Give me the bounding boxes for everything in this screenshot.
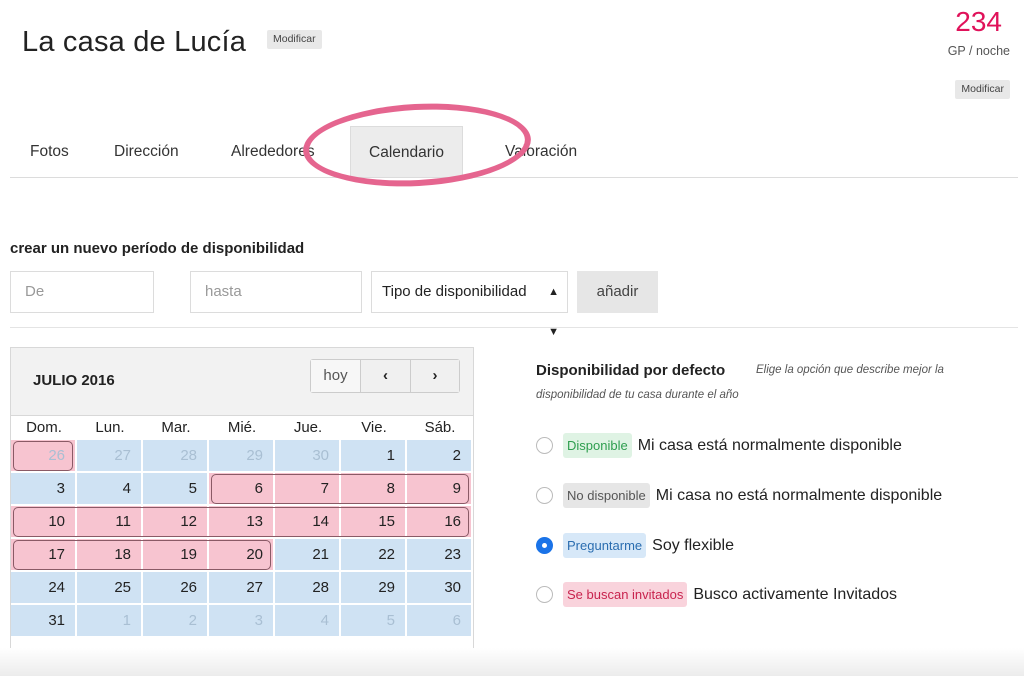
calendar-nav: hoy ‹ › (310, 359, 460, 393)
calendar-month: JULIO 2016 (33, 372, 115, 389)
calendar-day[interactable]: 3 (209, 605, 274, 637)
calendar-day[interactable]: 29 (209, 440, 274, 472)
calendar-day[interactable]: 5 (143, 473, 208, 505)
availability-option-text: Busco activamente Invitados (693, 585, 898, 603)
availability-option[interactable]: Disponible Mi casa está normalmente dispo… (536, 433, 902, 458)
availability-hint-continued: disponibilidad de tu casa durante el año (536, 389, 739, 401)
modify-price-button[interactable]: Modificar (955, 80, 1010, 99)
calendar-day-booked[interactable]: 11 (77, 506, 142, 538)
calendar-day[interactable]: 1 (341, 440, 406, 472)
page-title: La casa de Lucía (22, 26, 247, 58)
tab-alrededores[interactable]: Alrededores (231, 126, 315, 177)
availability-badge: Se buscan invitados (563, 582, 688, 607)
today-button[interactable]: hoy (311, 360, 361, 392)
calendar-day-booked[interactable]: 19 (143, 539, 208, 571)
radio-checked-icon[interactable] (536, 537, 553, 554)
calendar-day-booked[interactable]: 8 (341, 473, 406, 505)
calendar-day-booked[interactable]: 20 (209, 539, 274, 571)
calendar: JULIO 2016 hoy ‹ › Dom. Lun. Mar. Mié. Jue. V… (10, 347, 474, 654)
calendar-day[interactable]: 30 (275, 440, 340, 472)
tab-direccion[interactable]: Dirección (114, 126, 179, 177)
calendar-day[interactable]: 26 (143, 572, 208, 604)
calendar-day-booked[interactable]: 15 (341, 506, 406, 538)
calendar-day[interactable]: 5 (341, 605, 406, 637)
availability-badge: Disponible (563, 433, 632, 458)
calendar-day[interactable]: 22 (341, 539, 406, 571)
calendar-day[interactable]: 29 (341, 572, 406, 604)
calendar-day-booked[interactable]: 26 (11, 440, 76, 472)
date-from-input[interactable]: De (10, 271, 154, 313)
calendar-day[interactable]: 30 (407, 572, 472, 604)
radio-unchecked-icon[interactable] (536, 487, 553, 504)
availability-badge: Preguntarme (563, 533, 647, 558)
modify-title-button[interactable]: Modificar (267, 30, 322, 49)
weekday-header: Mar. (143, 416, 209, 440)
calendar-day[interactable]: 1 (77, 605, 142, 637)
calendar-day[interactable]: 28 (143, 440, 208, 472)
calendar-day[interactable]: 27 (77, 440, 142, 472)
availability-type-select[interactable]: Tipo de disponibilidad ▲ ▼ (371, 271, 568, 338)
weekday-header: Vie. (341, 416, 407, 440)
weekday-header: Jue. (275, 416, 341, 440)
divider (10, 327, 1018, 328)
availability-hint: Elige la opción que describe mejor la (756, 364, 944, 376)
calendar-day-booked[interactable]: 9 (407, 473, 472, 505)
calendar-day[interactable]: 25 (77, 572, 142, 604)
calendar-day[interactable]: 2 (407, 440, 472, 472)
bottom-shade (0, 648, 1024, 676)
availability-option[interactable]: Preguntarme Soy flexible (536, 533, 734, 558)
tab-fotos[interactable]: Fotos (30, 126, 69, 177)
availability-option-text: Mi casa no está normalmente disponible (655, 486, 943, 504)
calendar-day-booked[interactable]: 12 (143, 506, 208, 538)
calendar-day-booked[interactable]: 13 (209, 506, 274, 538)
weekday-header: Lun. (77, 416, 143, 440)
weekday-header: Dom. (11, 416, 77, 440)
calendar-day[interactable]: 3 (11, 473, 76, 505)
calendar-day-booked[interactable]: 16 (407, 506, 472, 538)
weekday-header: Mié. (209, 416, 275, 440)
price-unit: GP / noche (947, 44, 1010, 58)
calendar-day[interactable]: 2 (143, 605, 208, 637)
availability-option[interactable]: No disponible Mi casa no está normalmente… (536, 483, 942, 508)
calendar-day[interactable]: 24 (11, 572, 76, 604)
availability-option-text: Soy flexible (652, 536, 734, 554)
radio-unchecked-icon[interactable] (536, 586, 553, 603)
period-heading: crear un nuevo período de disponibilidad (10, 240, 305, 257)
calendar-header: JULIO 2016 hoy ‹ › (11, 348, 473, 416)
calendar-day-booked[interactable]: 10 (11, 506, 76, 538)
calendar-day[interactable]: 28 (275, 572, 340, 604)
calendar-day[interactable]: 21 (275, 539, 340, 571)
add-period-button[interactable]: añadir (577, 271, 658, 313)
next-month-icon[interactable]: › (411, 360, 459, 392)
radio-unchecked-icon[interactable] (536, 437, 553, 454)
calendar-day-booked[interactable]: 18 (77, 539, 142, 571)
calendar-day[interactable]: 6 (407, 605, 472, 637)
availability-heading: Disponibilidad por defecto (536, 362, 726, 379)
calendar-day-booked[interactable]: 14 (275, 506, 340, 538)
tab-bar: Fotos Dirección Alrededores Calendario V… (10, 126, 1018, 178)
availability-badge: No disponible (563, 483, 650, 508)
calendar-day[interactable]: 4 (77, 473, 142, 505)
calendar-day-booked[interactable]: 6 (209, 473, 274, 505)
tab-calendario[interactable]: Calendario (350, 126, 463, 177)
weekday-header: Sáb. (407, 416, 473, 440)
calendar-day[interactable]: 27 (209, 572, 274, 604)
calendar-day[interactable]: 23 (407, 539, 472, 571)
price-value: 234 (955, 6, 1002, 37)
calendar-day[interactable]: 31 (11, 605, 76, 637)
calendar-day[interactable]: 4 (275, 605, 340, 637)
calendar-day-booked[interactable]: 7 (275, 473, 340, 505)
prev-month-icon[interactable]: ‹ (361, 360, 411, 392)
availability-type-label: Tipo de disponibilidad (382, 283, 527, 300)
select-arrows-icon: ▲ ▼ (548, 286, 559, 338)
date-to-input[interactable]: hasta (190, 271, 362, 313)
calendar-day-booked[interactable]: 17 (11, 539, 76, 571)
availability-option[interactable]: Se buscan invitados Busco activamente Inv… (536, 582, 897, 607)
tab-valoracion[interactable]: Valoración (505, 126, 577, 177)
availability-option-text: Mi casa está normalmente disponible (637, 436, 902, 454)
